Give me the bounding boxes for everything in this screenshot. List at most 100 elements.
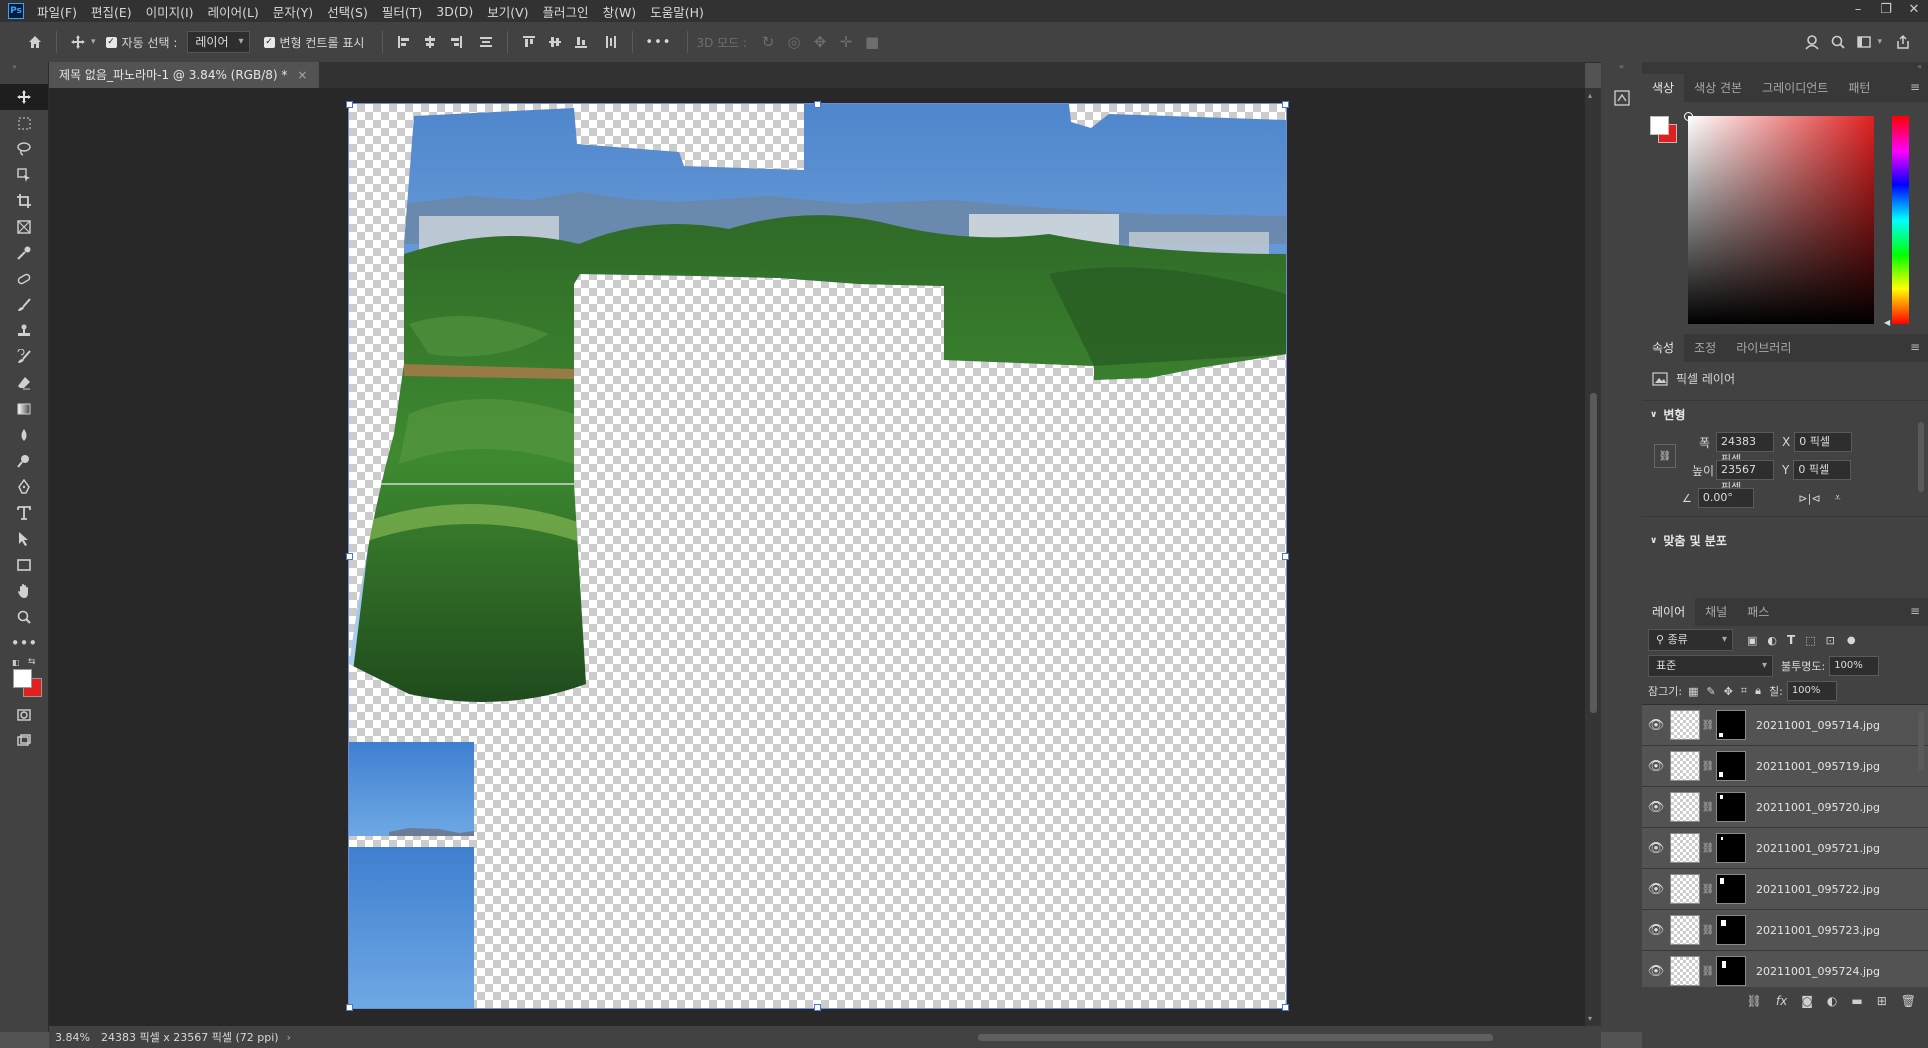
menu-layer[interactable]: 레이어(L)	[201, 2, 266, 21]
layer-row[interactable]: 👁︎ ⛓ 20211001_095724.jpg	[1642, 951, 1928, 987]
visibility-eye-icon[interactable]: 👁︎	[1642, 841, 1670, 856]
visibility-eye-icon[interactable]: 👁︎	[1642, 923, 1670, 938]
blend-mode-dropdown[interactable]: 표준	[1648, 655, 1773, 677]
visibility-eye-icon[interactable]: 👁︎	[1642, 964, 1670, 979]
history-brush-tool[interactable]	[0, 344, 48, 370]
chevron-down-icon[interactable]: ▾	[91, 37, 96, 47]
menu-3d[interactable]: 3D(D)	[429, 4, 480, 19]
link-dimensions-button[interactable]: ⛓	[1654, 444, 1676, 468]
mask-link-icon[interactable]: ⛓	[1700, 761, 1716, 772]
mask-link-icon[interactable]: ⛓	[1700, 925, 1716, 936]
menu-image[interactable]: 이미지(I)	[139, 2, 201, 21]
layer-mask-thumbnail[interactable]	[1716, 915, 1746, 945]
tab-adjustments[interactable]: 조정	[1684, 334, 1726, 362]
collapse-tools-icon[interactable]: »	[0, 62, 48, 74]
show-transform-checkbox[interactable]: ✓	[263, 36, 275, 48]
mask-link-icon[interactable]: ⛓	[1700, 966, 1716, 977]
distribute-button[interactable]	[473, 29, 499, 55]
menu-view[interactable]: 보기(V)	[480, 2, 535, 21]
transform-handle-right[interactable]	[1282, 553, 1289, 560]
foreground-color-swatch[interactable]	[13, 669, 32, 688]
type-tool[interactable]	[0, 500, 48, 526]
properties-scrollbar[interactable]	[1918, 422, 1924, 492]
marquee-tool[interactable]	[0, 110, 48, 136]
width-input[interactable]: 24383 픽셀	[1716, 432, 1774, 466]
align-top-button[interactable]	[516, 29, 542, 55]
hand-tool[interactable]	[0, 578, 48, 604]
fill-input[interactable]: 100%	[1786, 681, 1837, 701]
new-layer-icon[interactable]: ⊞	[1877, 994, 1887, 1008]
crop-tool[interactable]	[0, 188, 48, 214]
close-window-button[interactable]: ✕	[1900, 0, 1928, 22]
close-tab-icon[interactable]: ×	[297, 68, 307, 82]
lock-artboard-icon[interactable]: ⌗	[1741, 684, 1747, 698]
clone-stamp-tool[interactable]	[0, 318, 48, 344]
3d-slide-icon[interactable]: ✛	[833, 29, 859, 55]
layer-row[interactable]: 👁︎ ⛓ 20211001_095720.jpg	[1642, 787, 1928, 828]
home-button[interactable]	[22, 29, 48, 55]
delete-layer-trash-icon[interactable]: 🗑︎	[1901, 994, 1916, 1008]
tab-layers[interactable]: 레이어	[1642, 598, 1696, 626]
layer-mask-thumbnail[interactable]	[1716, 874, 1746, 904]
lock-all-icon[interactable]: 🔒︎	[1755, 684, 1761, 698]
menu-help[interactable]: 도움말(H)	[643, 2, 711, 21]
document-tab[interactable]: 제목 없음_파노라마-1 @ 3.84% (RGB/8) * ×	[49, 62, 320, 88]
visibility-eye-icon[interactable]: 👁︎	[1642, 718, 1670, 733]
filter-smart-object-icon[interactable]: ⊡	[1826, 634, 1835, 647]
object-select-tool[interactable]	[0, 162, 48, 188]
mask-link-icon[interactable]: ⛓	[1700, 720, 1716, 731]
menu-edit[interactable]: 편집(E)	[84, 2, 139, 21]
blur-tool[interactable]	[0, 422, 48, 448]
layers-menu-icon[interactable]: ≡	[1910, 604, 1920, 618]
auto-select-dropdown[interactable]: 레이어	[187, 31, 250, 53]
align-left-button[interactable]	[391, 29, 417, 55]
frame-tool[interactable]	[0, 214, 48, 240]
transform-handle-top[interactable]	[814, 101, 821, 108]
mask-link-icon[interactable]: ⛓	[1700, 884, 1716, 895]
new-group-folder-icon[interactable]: ▬	[1851, 994, 1862, 1008]
auto-select-checkbox[interactable]: ✓	[105, 36, 117, 48]
angle-input[interactable]: 0.00°	[1697, 488, 1754, 508]
vertical-scroll-thumb[interactable]	[1590, 393, 1597, 713]
horizontal-scroll-thumb[interactable]	[977, 1034, 1493, 1041]
rectangle-tool[interactable]	[0, 552, 48, 578]
status-menu-arrow[interactable]: ›	[287, 1031, 291, 1044]
transform-handle-top-left[interactable]	[346, 101, 353, 108]
transform-handle-bottom[interactable]	[814, 1004, 821, 1011]
path-select-tool[interactable]	[0, 526, 48, 552]
scroll-down-icon[interactable]: ▾	[1588, 1014, 1592, 1023]
filter-toggle-icon[interactable]: ●	[1847, 635, 1856, 646]
default-colors-icon[interactable]: ◧	[12, 658, 20, 667]
tab-paths[interactable]: 패스	[1737, 598, 1779, 626]
link-layers-icon[interactable]: ⛓	[1747, 994, 1762, 1008]
tab-swatches[interactable]: 색상 견본	[1684, 74, 1752, 102]
panel-foreground-swatch[interactable]	[1650, 116, 1669, 135]
tab-libraries[interactable]: 라이브러리	[1726, 334, 1801, 362]
layers-scrollbar[interactable]	[1918, 711, 1924, 771]
zoom-level[interactable]: 3.84%	[55, 1031, 95, 1044]
tab-gradients[interactable]: 그레이디언트	[1752, 74, 1838, 102]
collapse-right-icon[interactable]: «	[1642, 62, 1928, 74]
3d-roll-icon[interactable]: ◎	[781, 29, 807, 55]
transform-handle-left[interactable]	[346, 553, 353, 560]
workspace-chevron-icon[interactable]: ▾	[1877, 37, 1882, 47]
filter-shape-icon[interactable]: ⬚	[1805, 634, 1815, 647]
transform-section-header[interactable]: ∨ 변형	[1650, 406, 1685, 423]
lock-paint-icon[interactable]: ✎	[1706, 685, 1715, 698]
transform-handle-top-right[interactable]	[1282, 101, 1289, 108]
flip-vertical-icon[interactable]: ⩡	[1835, 491, 1841, 505]
eraser-tool[interactable]	[0, 370, 48, 396]
lock-transparent-icon[interactable]: ▦	[1688, 685, 1698, 698]
align-hcenter-button[interactable]	[417, 29, 443, 55]
menu-type[interactable]: 문자(Y)	[266, 2, 320, 21]
more-tools-button[interactable]: •••	[0, 630, 48, 656]
eyedropper-tool[interactable]	[0, 240, 48, 266]
align-bottom-button[interactable]	[568, 29, 594, 55]
history-panel-button[interactable]	[1612, 88, 1632, 108]
hue-slider[interactable]	[1892, 116, 1909, 324]
layer-mask-thumbnail[interactable]	[1716, 751, 1746, 781]
transform-handle-bottom-left[interactable]	[346, 1004, 353, 1011]
gradient-tool[interactable]	[0, 396, 48, 422]
layer-row[interactable]: 👁︎ ⛓ 20211001_095722.jpg	[1642, 869, 1928, 910]
move-tool-preset[interactable]	[65, 29, 91, 55]
